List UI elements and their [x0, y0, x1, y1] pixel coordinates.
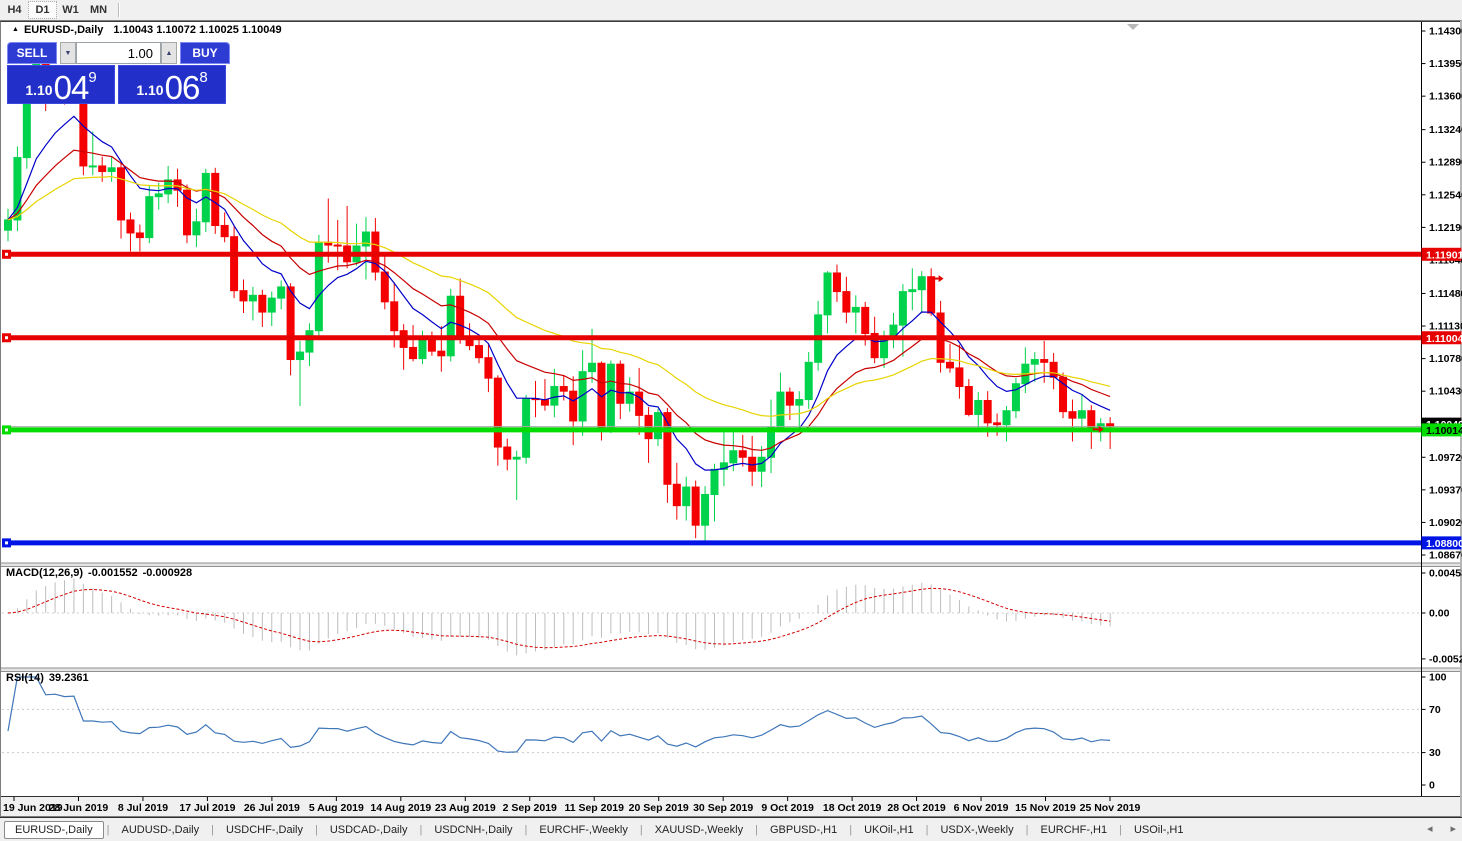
- buy-button[interactable]: BUY: [180, 42, 230, 64]
- tab-divider: |: [1119, 824, 1122, 836]
- svg-text:25 Nov 2019: 25 Nov 2019: [1080, 802, 1141, 814]
- svg-text:28 Oct 2019: 28 Oct 2019: [887, 802, 946, 814]
- svg-text:30: 30: [1429, 747, 1441, 759]
- svg-text:6 Nov 2019: 6 Nov 2019: [954, 802, 1009, 814]
- mt4-chart-window: { "toolbar": { "timeframes": [ {"label":…: [0, 0, 1462, 840]
- rsi-label: RSI(14)39.2361: [6, 672, 89, 684]
- svg-text:18 Oct 2019: 18 Oct 2019: [823, 802, 882, 814]
- tab-divider: |: [419, 824, 422, 836]
- chart-tab-usoil-h1[interactable]: USOil-,H1: [1123, 822, 1195, 838]
- svg-text:11 Sep 2019: 11 Sep 2019: [564, 802, 624, 814]
- svg-text:1.09020: 1.09020: [1429, 517, 1462, 529]
- tab-scroll-right-icon[interactable]: ▸: [1450, 822, 1456, 835]
- svg-text:0.004536: 0.004536: [1429, 568, 1462, 580]
- svg-text:1.12890: 1.12890: [1429, 157, 1462, 169]
- tab-divider: |: [525, 824, 528, 836]
- svg-text:0: 0: [1429, 780, 1435, 792]
- svg-text:20 Sep 2019: 20 Sep 2019: [629, 802, 689, 814]
- svg-text:1.11004: 1.11004: [1426, 333, 1462, 345]
- svg-text:8 Jul 2019: 8 Jul 2019: [118, 802, 168, 814]
- svg-text:100: 100: [1429, 672, 1447, 684]
- chart-ohlc-values: 1.10043 1.10072 1.10025 1.10049: [113, 24, 281, 36]
- chart-canvas: 1.14300 1.13950 1.13600 1.13240 1.12890 1.125…: [0, 20, 1462, 817]
- chart-tab-usdchf-daily[interactable]: USDCHF-,Daily: [215, 822, 314, 838]
- svg-text:1.11480: 1.11480: [1429, 288, 1462, 300]
- svg-text:1.09370: 1.09370: [1429, 484, 1462, 496]
- volume-input[interactable]: [76, 42, 161, 64]
- svg-text:1.13240: 1.13240: [1429, 124, 1462, 136]
- chart-title: ▲ EURUSD-,Daily 1.10043 1.10072 1.10025 1.…: [12, 24, 282, 36]
- chart-tab-ukoil-h1[interactable]: UKOil-,H1: [853, 822, 925, 838]
- tab-divider: |: [107, 824, 110, 836]
- svg-text:70: 70: [1429, 704, 1441, 716]
- sell-price-prefix: 1.10: [25, 82, 52, 98]
- sell-price-big: 04: [54, 75, 89, 101]
- svg-text:-0.005205: -0.005205: [1429, 653, 1462, 665]
- tab-divider: |: [1026, 824, 1029, 836]
- tab-scroll-nav: ◂ ▸: [1427, 822, 1456, 835]
- sell-price-sup: 9: [88, 69, 96, 86]
- svg-text:15 Nov 2019: 15 Nov 2019: [1015, 802, 1076, 814]
- chart-tab-usdcad-daily[interactable]: USDCAD-,Daily: [319, 822, 419, 838]
- svg-text:1.13600: 1.13600: [1429, 91, 1462, 103]
- sell-button[interactable]: SELL: [7, 42, 57, 64]
- chart-tab-eurchf-h1[interactable]: EURCHF-,H1: [1029, 822, 1118, 838]
- sell-price-display[interactable]: 1.10 04 9: [7, 65, 115, 104]
- chart-symbol-label: EURUSD-,Daily: [24, 24, 103, 36]
- svg-text:30 Sep 2019: 30 Sep 2019: [693, 802, 753, 814]
- tab-scroll-left-icon[interactable]: ◂: [1427, 822, 1433, 835]
- chart-tab-bar: EURUSD-,Daily|AUDUSD-,Daily|USDCHF-,Dail…: [0, 817, 1462, 841]
- svg-text:2 Sep 2019: 2 Sep 2019: [503, 802, 557, 814]
- tab-divider: |: [849, 824, 852, 836]
- buy-price-sup: 8: [199, 69, 207, 86]
- timeframe-button-d1[interactable]: D1: [29, 2, 56, 18]
- svg-text:1.12540: 1.12540: [1429, 189, 1462, 201]
- tab-divider: |: [315, 824, 318, 836]
- svg-text:1.10780: 1.10780: [1429, 353, 1462, 365]
- svg-text:1.14300: 1.14300: [1429, 26, 1462, 38]
- buy-price-big: 06: [165, 75, 200, 101]
- collapse-panel-icon[interactable]: ▲: [12, 26, 19, 33]
- chart-tab-gbpusd-h1[interactable]: GBPUSD-,H1: [759, 822, 848, 838]
- tab-divider: |: [926, 824, 929, 836]
- chart-tab-usdx-weekly[interactable]: USDX-,Weekly: [929, 822, 1024, 838]
- svg-text:1.08670: 1.08670: [1429, 549, 1462, 561]
- chart-tab-xauusd-weekly[interactable]: XAUUSD-,Weekly: [644, 822, 754, 838]
- chart-tab-audusd-daily[interactable]: AUDUSD-,Daily: [110, 822, 210, 838]
- svg-text:0.00: 0.00: [1429, 608, 1450, 620]
- macd-label: MACD(12,26,9)-0.001552-0.000928: [6, 567, 192, 579]
- timeframe-toolbar: H4D1W1MN: [0, 0, 1462, 21]
- svg-text:23 Aug 2019: 23 Aug 2019: [435, 802, 496, 814]
- volume-increase-button[interactable]: ▲: [161, 42, 177, 64]
- chart-tab-eurusd-daily[interactable]: EURUSD-,Daily: [4, 821, 104, 839]
- svg-text:1.08800: 1.08800: [1426, 538, 1462, 550]
- tab-divider: |: [640, 824, 643, 836]
- one-click-trading-panel: SELL ▼ ▲ BUY 1.10 04 9 1.10 06 8: [7, 42, 230, 104]
- svg-text:9 Oct 2019: 9 Oct 2019: [761, 802, 814, 814]
- svg-text:28 Jun 2019: 28 Jun 2019: [49, 802, 109, 814]
- svg-text:1.10014: 1.10014: [1426, 425, 1462, 437]
- svg-text:1.11901: 1.11901: [1426, 249, 1462, 261]
- chart-tab-eurchf-weekly[interactable]: EURCHF-,Weekly: [528, 822, 638, 838]
- buy-price-prefix: 1.10: [136, 82, 163, 98]
- chart-tab-usdcnh-daily[interactable]: USDCNH-,Daily: [423, 822, 523, 838]
- volume-decrease-button[interactable]: ▼: [60, 42, 76, 64]
- svg-text:5 Aug 2019: 5 Aug 2019: [309, 802, 364, 814]
- timeframe-button-w1[interactable]: W1: [57, 2, 84, 18]
- toolbar-separator: [118, 3, 120, 17]
- tab-divider: |: [755, 824, 758, 836]
- svg-text:1.12190: 1.12190: [1429, 222, 1462, 234]
- date-axis: 19 Jun 201928 Jun 20198 Jul 201917 Jul 2…: [3, 797, 1140, 814]
- svg-text:14 Aug 2019: 14 Aug 2019: [370, 802, 431, 814]
- timeframe-button-h4[interactable]: H4: [1, 2, 28, 18]
- svg-text:1.10430: 1.10430: [1429, 386, 1462, 398]
- svg-text:1.11130: 1.11130: [1429, 321, 1462, 333]
- buy-price-display[interactable]: 1.10 06 8: [118, 65, 226, 104]
- svg-text:1.09720: 1.09720: [1429, 452, 1462, 464]
- svg-text:26 Jul 2019: 26 Jul 2019: [244, 802, 300, 814]
- tab-divider: |: [211, 824, 214, 836]
- svg-text:1.13950: 1.13950: [1429, 58, 1462, 70]
- svg-text:17 Jul 2019: 17 Jul 2019: [179, 802, 235, 814]
- timeframe-button-mn[interactable]: MN: [85, 2, 112, 18]
